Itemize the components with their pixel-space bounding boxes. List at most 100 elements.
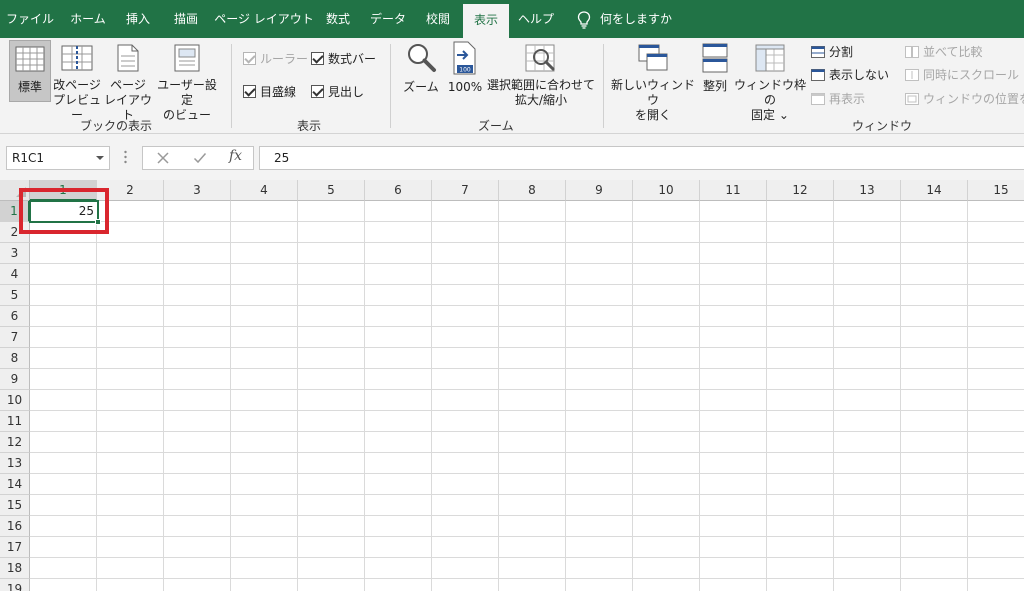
row-header[interactable]: 5: [0, 285, 30, 306]
page-layout-view-button[interactable]: ページ レイアウト: [103, 40, 153, 122]
page-layout-icon: [117, 44, 139, 72]
group-separator: [603, 44, 604, 128]
group-separator: [390, 44, 391, 128]
formula-bar: R1C1 fx 25: [0, 134, 1024, 180]
column-header[interactable]: 13: [834, 180, 901, 201]
row-header[interactable]: 12: [0, 432, 30, 453]
custom-views-button[interactable]: ユーザー設定 のビュー: [153, 40, 221, 122]
group-separator: [231, 44, 232, 128]
cell-area[interactable]: [30, 201, 1024, 591]
zoom-selection-icon: [525, 44, 555, 72]
row-header[interactable]: 11: [0, 411, 30, 432]
name-box[interactable]: R1C1: [6, 146, 110, 170]
reset-window-position-button[interactable]: ウィンドウの位置を元: [905, 90, 1024, 108]
ruler-checkbox[interactable]: ルーラー: [243, 50, 308, 68]
tab-insert[interactable]: 挿入: [118, 0, 158, 38]
grip-dots-icon[interactable]: [124, 149, 127, 165]
checkbox-box: [243, 52, 256, 65]
column-header[interactable]: 6: [365, 180, 432, 201]
hide-window-icon: [811, 69, 825, 81]
new-window-icon: [638, 44, 668, 71]
hide-window-button[interactable]: 表示しない: [811, 66, 889, 84]
view-side-by-side-button[interactable]: 並べて比較: [905, 43, 983, 61]
column-header[interactable]: 15: [968, 180, 1024, 201]
zoom-to-selection-button[interactable]: 選択範囲に合わせて 拡大/縮小: [487, 40, 595, 114]
formula-controls: fx: [142, 146, 254, 170]
row-header[interactable]: 8: [0, 348, 30, 369]
row-header[interactable]: 10: [0, 390, 30, 411]
ribbon-view: 標準 改ページ プレビュー ページ レイアウト ユーザー設定 のビュー ブックの…: [0, 38, 1024, 134]
unhide-window-button[interactable]: 再表示: [811, 90, 865, 108]
check-icon[interactable]: [193, 151, 207, 165]
column-header[interactable]: 5: [298, 180, 365, 201]
tab-view[interactable]: 表示: [463, 4, 509, 38]
row-header[interactable]: 9: [0, 369, 30, 390]
row-header[interactable]: 17: [0, 537, 30, 558]
page-break-preview-button[interactable]: 改ページ プレビュー: [52, 40, 102, 122]
page-break-preview-icon: [61, 45, 93, 71]
row-header[interactable]: 7: [0, 327, 30, 348]
tell-me-box[interactable]: 何をしますか: [600, 0, 672, 38]
synchronous-scrolling-button[interactable]: 同時にスクロール: [905, 66, 1019, 84]
headings-checkbox[interactable]: 見出し: [311, 83, 364, 101]
group-label-show: 表示: [297, 119, 322, 133]
chevron-down-icon: ⌄: [778, 108, 789, 122]
tab-draw[interactable]: 描画: [165, 0, 207, 38]
normal-view-button[interactable]: 標準: [9, 40, 51, 102]
zoom-100-button[interactable]: 100 100%: [444, 40, 486, 102]
reset-position-icon: [905, 93, 919, 105]
row-header[interactable]: 14: [0, 474, 30, 495]
insert-function-icon[interactable]: fx: [229, 148, 242, 164]
lightbulb-icon: [577, 11, 591, 29]
column-header[interactable]: 4: [231, 180, 298, 201]
column-header[interactable]: 3: [164, 180, 231, 201]
column-header[interactable]: 10: [633, 180, 700, 201]
row-header[interactable]: 13: [0, 453, 30, 474]
column-header[interactable]: 14: [901, 180, 968, 201]
cancel-icon[interactable]: [156, 151, 170, 165]
column-header[interactable]: 12: [767, 180, 834, 201]
tab-data[interactable]: データ: [364, 0, 412, 38]
gridlines-checkbox[interactable]: 目盛線: [243, 83, 296, 101]
formula-input[interactable]: 25: [259, 146, 1024, 170]
column-header[interactable]: 7: [432, 180, 499, 201]
split-icon: [811, 46, 825, 58]
side-by-side-icon: [905, 46, 919, 58]
tab-home[interactable]: ホーム: [62, 0, 114, 38]
row-header[interactable]: 18: [0, 558, 30, 579]
formula-bar-checkbox[interactable]: 数式バー: [311, 50, 376, 68]
checkbox-box: [311, 52, 324, 65]
magnifier-icon: [408, 44, 436, 72]
row-header[interactable]: 16: [0, 516, 30, 537]
tab-formulas[interactable]: 数式: [318, 0, 358, 38]
tab-help[interactable]: ヘルプ: [512, 0, 560, 38]
arrange-all-button[interactable]: 整列: [697, 40, 733, 102]
checkbox-box: [311, 85, 324, 98]
column-header[interactable]: 9: [566, 180, 633, 201]
row-header[interactable]: 15: [0, 495, 30, 516]
unhide-window-icon: [811, 93, 825, 105]
group-label-zoom: ズーム: [478, 119, 514, 133]
ribbon-tab-bar: ファイル ホーム 挿入 描画 ページ レイアウト 数式 データ 校閲 表示 ヘル…: [0, 0, 1024, 38]
column-header[interactable]: 11: [700, 180, 767, 201]
freeze-panes-button[interactable]: ウィンドウ枠の 固定 ⌄: [734, 40, 806, 122]
tab-page-layout[interactable]: ページ レイアウト: [213, 0, 315, 38]
freeze-panes-icon: [755, 44, 785, 72]
tab-file[interactable]: ファイル: [4, 0, 56, 38]
tab-review[interactable]: 校閲: [418, 0, 458, 38]
row-header[interactable]: 4: [0, 264, 30, 285]
sync-scroll-icon: [905, 69, 919, 81]
row-header[interactable]: 19: [0, 579, 30, 591]
column-header[interactable]: 8: [499, 180, 566, 201]
custom-views-icon: [174, 44, 200, 72]
chevron-down-icon[interactable]: [96, 156, 104, 160]
arrange-all-icon: [702, 43, 728, 73]
group-label-workbook-views: ブックの表示: [80, 119, 153, 133]
checkbox-box: [243, 85, 256, 98]
row-header[interactable]: 6: [0, 306, 30, 327]
split-button[interactable]: 分割: [811, 43, 853, 61]
zoom-button[interactable]: ズーム: [401, 40, 441, 102]
new-window-button[interactable]: 新しいウィンドウ を開く: [610, 40, 696, 122]
row-header[interactable]: 3: [0, 243, 30, 264]
zoom-badge-text: 100: [459, 67, 471, 74]
